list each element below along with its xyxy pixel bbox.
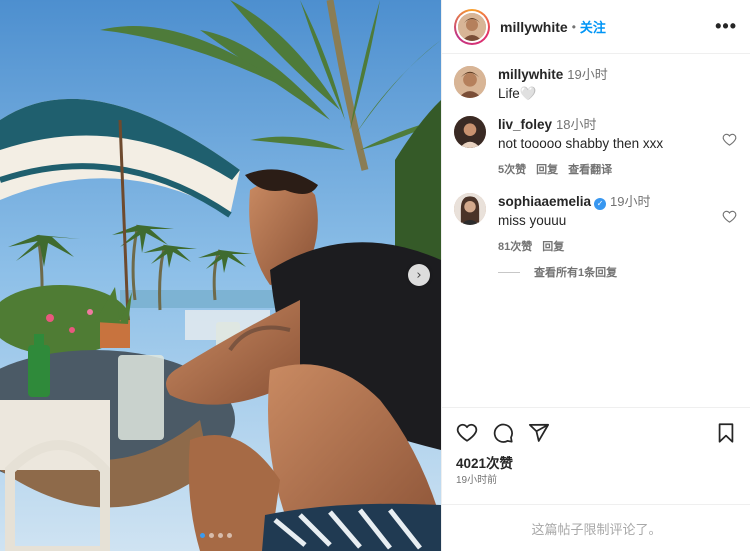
likes-count[interactable]: 4021次赞 (456, 452, 513, 472)
divider (498, 271, 520, 273)
caption-time[interactable]: 19小时 (567, 67, 607, 82)
avatar[interactable] (454, 66, 486, 98)
comment-icon[interactable] (492, 422, 514, 444)
comments-list: millywhite 19小时 Life🤍 liv_foley 18小时 not t… (442, 54, 750, 406)
reply-button[interactable]: 回复 (542, 238, 564, 254)
comment-item: sophiaaemelia ✓ 19小时 miss youuu 81次赞 回复 (454, 193, 737, 254)
avatar (458, 12, 486, 41)
carousel-dot (218, 533, 223, 538)
post-timestamp[interactable]: 19小时前 (456, 471, 497, 486)
comment-text: miss youuu (498, 213, 567, 228)
view-replies-button[interactable]: 查看所有1条回复 (498, 264, 737, 280)
separator-dot: • (571, 19, 576, 34)
more-options-icon[interactable]: ••• (715, 17, 737, 35)
translate-button[interactable]: 查看翻译 (568, 161, 612, 177)
avatar[interactable] (454, 116, 486, 148)
comment-username[interactable]: liv_foley (498, 117, 552, 132)
verified-badge-icon: ✓ (594, 198, 607, 210)
author-username[interactable]: millywhite (500, 19, 568, 35)
comment-time[interactable]: 19小时 (610, 194, 650, 209)
heart-icon[interactable] (722, 209, 737, 224)
comment-likes[interactable]: 5次赞 (498, 161, 526, 177)
caption-text: Life🤍 (498, 86, 537, 101)
beach-scene-image (0, 0, 441, 551)
avatar[interactable] (454, 193, 486, 225)
comment-time[interactable]: 18小时 (556, 117, 596, 132)
comments-limited-notice: 这篇帖子限制评论了。 (442, 504, 750, 551)
carousel-dot (227, 533, 232, 538)
carousel-dot (209, 533, 214, 538)
chevron-right-icon: › (416, 267, 422, 283)
story-ring[interactable] (454, 8, 490, 45)
comment-item: liv_foley 18小时 not tooooo shabby then xxx… (454, 116, 737, 177)
post-actions: 4021次赞 19小时前 (442, 407, 750, 503)
comment-text: not tooooo shabby then xxx (498, 136, 664, 151)
carousel-indicator (200, 533, 232, 538)
post-side-panel: millywhite • 关注 ••• millywhite 19小时 Life🤍 (441, 0, 750, 551)
carousel-dot (200, 533, 205, 538)
post-header: millywhite • 关注 ••• (442, 0, 750, 54)
comment-likes[interactable]: 81次赞 (498, 238, 532, 254)
caption-username[interactable]: millywhite (498, 67, 563, 82)
bookmark-icon[interactable] (715, 422, 737, 444)
follow-button[interactable]: 关注 (580, 17, 606, 36)
heart-icon[interactable] (722, 132, 737, 147)
comment-username[interactable]: sophiaaemelia (498, 194, 591, 209)
view-replies-label: 查看所有1条回复 (534, 267, 618, 279)
post-photo: › (0, 0, 441, 551)
heart-icon[interactable] (456, 422, 478, 444)
caption: millywhite 19小时 Life🤍 (454, 66, 737, 102)
share-icon[interactable] (528, 422, 550, 444)
reply-button[interactable]: 回复 (536, 161, 558, 177)
carousel-next-button[interactable]: › (408, 264, 430, 286)
